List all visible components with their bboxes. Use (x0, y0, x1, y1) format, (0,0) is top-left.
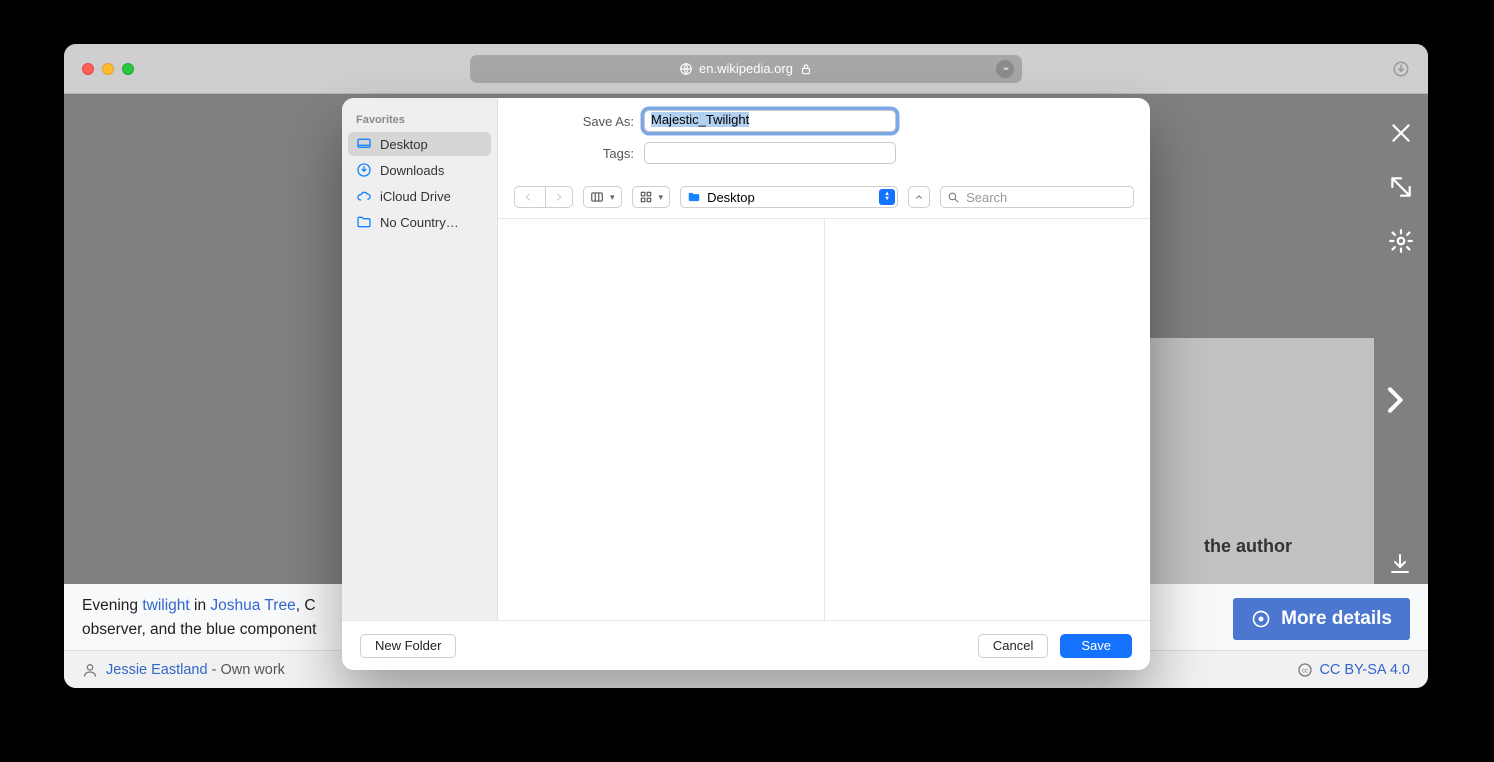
cancel-button[interactable]: Cancel (978, 634, 1048, 658)
sidebar-item-icloud[interactable]: iCloud Drive (348, 184, 491, 208)
back-button[interactable] (515, 187, 541, 207)
search-field[interactable]: Search (940, 186, 1134, 208)
viewer-side-controls (1388, 120, 1414, 254)
collapse-button[interactable] (908, 186, 930, 208)
user-icon (82, 662, 98, 678)
file-column (498, 219, 824, 620)
sidebar-item-folder[interactable]: No Country… (348, 210, 491, 234)
tracker-button[interactable]: ••• (996, 60, 1014, 78)
columns-icon (590, 190, 604, 204)
search-icon (947, 191, 960, 204)
file-browser[interactable] (498, 219, 1150, 620)
minimize-window-button[interactable] (102, 63, 114, 75)
location-label: Desktop (707, 190, 755, 205)
save-main: Save As: Majestic_Twilight Tags: (498, 98, 1150, 620)
commons-icon (1251, 609, 1271, 629)
globe-icon (679, 62, 693, 76)
address-bar[interactable]: en.wikipedia.org ••• (470, 55, 1022, 83)
save-dialog: Favorites Desktop Downloads iCloud Drive… (342, 98, 1150, 670)
twilight-link[interactable]: twilight (142, 597, 189, 614)
location-dropdown[interactable]: Desktop ▲▼ (680, 186, 898, 208)
view-group-button[interactable]: ▾ (632, 186, 671, 208)
download-icon[interactable] (1388, 552, 1412, 576)
downloads-folder-icon (356, 162, 372, 178)
cloud-icon (356, 188, 372, 204)
more-details-button[interactable]: More details (1233, 598, 1410, 640)
sidebar-item-label: Downloads (380, 163, 444, 178)
save-toolbar: ▾ ▾ Desktop ▲▼ (498, 182, 1150, 219)
sidebar-header: Favorites (348, 110, 491, 132)
file-column (824, 219, 1151, 620)
view-columns-button[interactable]: ▾ (583, 186, 622, 208)
save-as-label: Save As: (518, 114, 634, 129)
address-url: en.wikipedia.org (699, 61, 793, 76)
chevron-updown-icon: ▲▼ (879, 189, 895, 205)
window-controls (82, 63, 134, 75)
grid-icon (639, 190, 653, 204)
save-button[interactable]: Save (1060, 634, 1132, 658)
joshua-tree-link[interactable]: Joshua Tree (210, 597, 295, 614)
license-link[interactable]: CC BY-SA 4.0 (1319, 662, 1410, 678)
save-sidebar: Favorites Desktop Downloads iCloud Drive… (342, 98, 498, 620)
browser-toolbar: en.wikipedia.org ••• (64, 44, 1428, 94)
gear-icon[interactable] (1388, 228, 1414, 254)
cc-icon: cc (1297, 662, 1313, 678)
sidebar-item-desktop[interactable]: Desktop (348, 132, 491, 156)
author-fragment: the author (1204, 536, 1292, 557)
tags-input[interactable] (644, 142, 896, 164)
fullscreen-icon[interactable] (1388, 174, 1414, 200)
forward-button[interactable] (545, 187, 572, 207)
sidebar-item-label: No Country… (380, 215, 459, 230)
chevron-up-icon (914, 192, 924, 202)
save-as-input[interactable]: Majestic_Twilight (644, 110, 896, 132)
sidebar-item-downloads[interactable]: Downloads (348, 158, 491, 182)
downloads-icon[interactable] (1392, 60, 1410, 78)
close-icon[interactable] (1388, 120, 1414, 146)
browser-window: en.wikipedia.org ••• the author Evening … (64, 44, 1428, 688)
folder-icon (356, 214, 372, 230)
nav-back-forward (514, 186, 573, 208)
save-dialog-footer: New Folder Cancel Save (342, 620, 1150, 670)
tags-label: Tags: (518, 146, 634, 161)
sidebar-item-label: iCloud Drive (380, 189, 451, 204)
desktop-icon (356, 136, 372, 152)
svg-text:cc: cc (1302, 668, 1308, 674)
sidebar-item-label: Desktop (380, 137, 428, 152)
author-link[interactable]: Jessie Eastland (106, 662, 208, 678)
chevron-right-icon[interactable] (1378, 384, 1410, 416)
folder-small-icon (687, 190, 701, 204)
caption-text: Evening twilight in Joshua Tree, C obser… (82, 594, 316, 642)
maximize-window-button[interactable] (122, 63, 134, 75)
close-window-button[interactable] (82, 63, 94, 75)
lock-icon (799, 62, 813, 76)
new-folder-button[interactable]: New Folder (360, 634, 456, 658)
search-placeholder: Search (966, 190, 1007, 205)
